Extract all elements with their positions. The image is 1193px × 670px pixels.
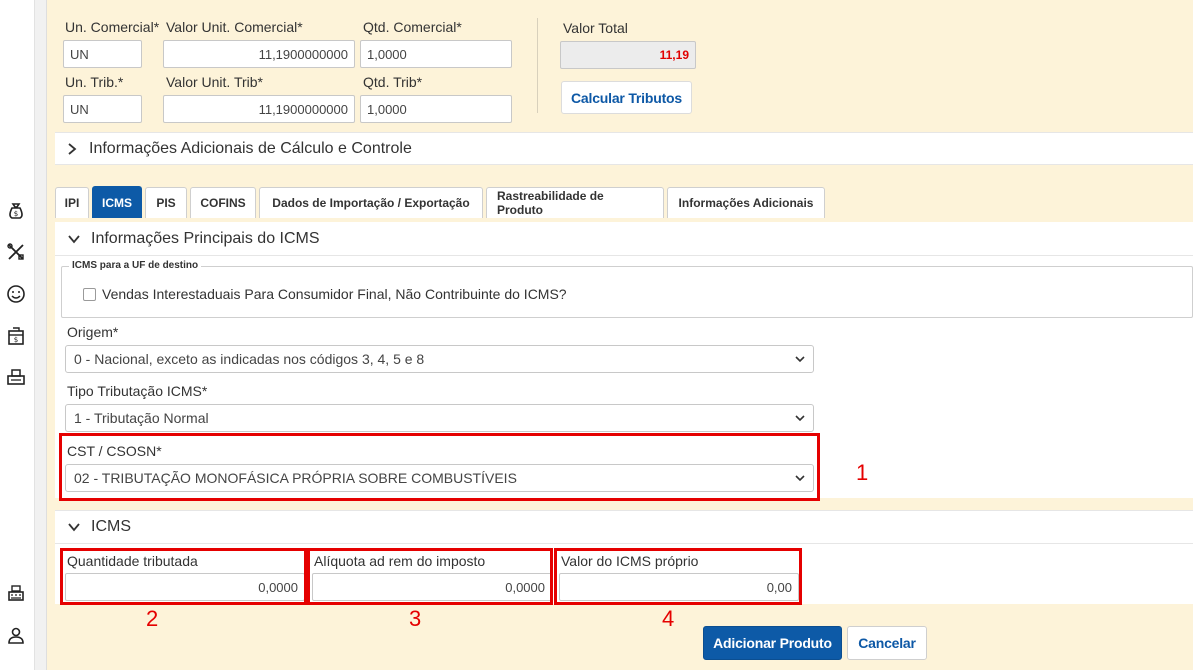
origem-select-value: 0 - Nacional, exceto as indicadas nos có… [74, 351, 425, 367]
chevron-down-icon [795, 413, 805, 423]
chevron-down-icon [67, 232, 81, 246]
left-sidebar: $ $ [0, 0, 35, 670]
svg-text:$: $ [14, 336, 18, 344]
chevron-down-icon [795, 354, 805, 364]
svg-text:$: $ [14, 210, 18, 218]
qtd-trib-input[interactable]: 1,0000 [360, 95, 512, 123]
tipo-tributacao-select[interactable]: 1 - Tributação Normal [65, 404, 814, 432]
tab-icms[interactable]: ICMS [92, 186, 142, 218]
info-adicionais-panel-title: Informações Adicionais de Cálculo e Cont… [89, 139, 412, 157]
tipo-tributacao-select-value: 1 - Tributação Normal [74, 410, 209, 426]
annotation-number-4: 4 [662, 606, 675, 631]
tab-informacoes-adicionais[interactable]: Informações Adicionais [667, 187, 825, 218]
info-adicionais-panel-header[interactable]: Informações Adicionais de Cálculo e Cont… [55, 132, 1193, 165]
un-trib-input[interactable]: UN [63, 95, 142, 123]
money-bag-icon[interactable]: $ [5, 199, 27, 221]
qtd-trib-label: Qtd. Trib* [363, 74, 423, 90]
tab-pis[interactable]: PIS [145, 187, 187, 218]
highlight-box-aliquota [307, 548, 553, 605]
annotation-number-2: 2 [146, 606, 159, 631]
valor-unit-trib-label: Valor Unit. Trib* [166, 74, 263, 90]
chevron-down-icon [67, 520, 81, 534]
tab-dados-importacao-exportacao[interactable]: Dados de Importação / Exportação [259, 187, 483, 218]
annotation-number-3: 3 [409, 606, 422, 631]
chevron-right-icon [65, 142, 79, 156]
un-trib-label: Un. Trib.* [65, 74, 124, 90]
valor-unit-comercial-label: Valor Unit. Comercial* [166, 19, 303, 35]
annotation-number-1: 1 [856, 460, 869, 485]
tab-rastreabilidade[interactable]: Rastreabilidade de Produto [486, 187, 664, 218]
valor-total-output: 11,19 [560, 41, 696, 69]
cash-box-icon[interactable]: $ [5, 325, 27, 347]
tipo-tributacao-label: Tipo Tributação ICMS* [67, 383, 208, 399]
icms-principal-header[interactable]: Informações Principais do ICMS [55, 222, 1193, 256]
vertical-divider [537, 18, 538, 113]
qtd-comercial-input[interactable]: 1,0000 [360, 40, 512, 68]
vendas-interestaduais-label[interactable]: Vendas Interestaduais Para Consumidor Fi… [102, 286, 567, 302]
smiley-icon[interactable] [5, 283, 27, 305]
main-area: Un. Comercial* UN Valor Unit. Comercial*… [47, 0, 1193, 670]
sidebar-divider-strip [35, 0, 47, 670]
icms-section-header[interactable]: ICMS [55, 510, 1193, 544]
highlight-box-quantidade [60, 548, 307, 605]
tab-ipi[interactable]: IPI [55, 187, 89, 218]
highlight-box-cst [59, 433, 820, 501]
origem-label: Origem* [67, 324, 119, 340]
adicionar-produto-button[interactable]: Adicionar Produto [703, 626, 842, 660]
tools-icon[interactable] [5, 241, 27, 263]
qtd-comercial-label: Qtd. Comercial* [363, 19, 462, 35]
icms-section-title: ICMS [91, 518, 131, 535]
icms-uf-destino-legend: ICMS para a UF de destino [69, 260, 202, 271]
cancelar-button[interactable]: Cancelar [847, 626, 927, 660]
tab-cofins[interactable]: COFINS [190, 187, 256, 218]
cash-register-icon[interactable] [5, 582, 27, 604]
origem-select[interactable]: 0 - Nacional, exceto as indicadas nos có… [65, 345, 814, 373]
vendas-interestaduais-checkbox[interactable] [83, 288, 96, 301]
valor-unit-comercial-input[interactable]: 11,1900000000 [163, 40, 355, 68]
user-icon[interactable] [5, 624, 27, 646]
printer-icon[interactable] [5, 366, 27, 388]
icms-principal-title: Informações Principais do ICMS [91, 229, 320, 247]
un-comercial-input[interactable]: UN [63, 40, 142, 68]
calcular-tributos-button[interactable]: Calcular Tributos [561, 81, 692, 114]
tax-tabs: IPI ICMS PIS COFINS Dados de Importação … [55, 186, 825, 218]
un-comercial-label: Un. Comercial* [65, 19, 160, 35]
highlight-box-valor-icms [554, 548, 802, 605]
valor-unit-trib-input[interactable]: 11,1900000000 [163, 95, 355, 123]
valor-total-label: Valor Total [563, 20, 628, 36]
